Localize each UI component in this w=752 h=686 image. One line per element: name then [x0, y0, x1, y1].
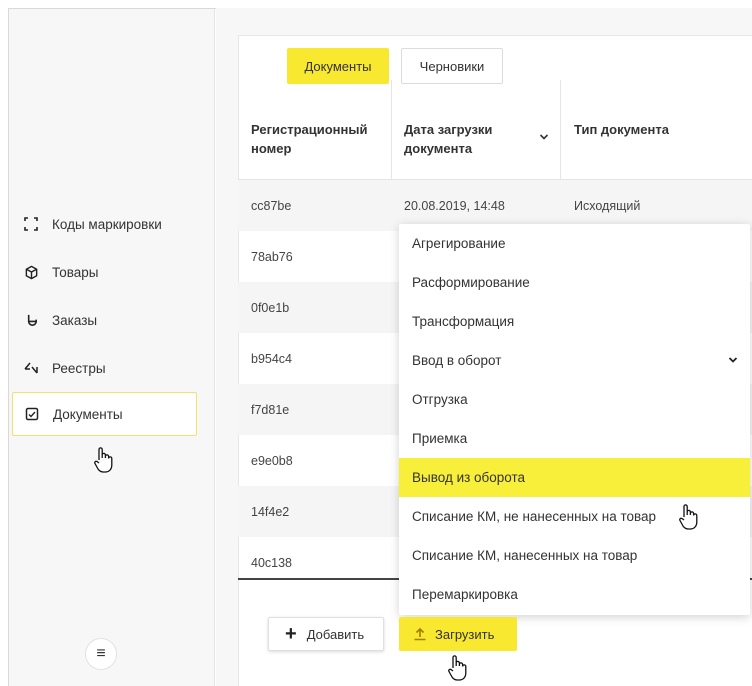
cell-reg-number: f7d81e: [251, 402, 290, 417]
cell-reg-number: b954c4: [251, 351, 293, 366]
column-header-upload-date[interactable]: Дата загрузки документа: [404, 120, 524, 158]
menu-item-introduction[interactable]: Ввод в оборот: [399, 341, 750, 380]
cell-reg-number: 14f4e2: [251, 504, 290, 519]
upload-button[interactable]: Загрузить: [399, 617, 517, 651]
menu-icon: ≡: [96, 645, 106, 662]
cell-reg-number: cc87be: [251, 198, 292, 213]
document-icon: [23, 405, 41, 423]
add-button-label: Добавить: [306, 626, 365, 642]
cell-reg-number: 78ab76: [251, 249, 293, 264]
menu-item-shipment[interactable]: Отгрузка: [399, 380, 750, 419]
chevron-down-icon: [728, 353, 738, 367]
menu-item-withdrawal[interactable]: Вывод из оборота: [399, 458, 750, 497]
sidebar-item-marking-codes[interactable]: Коды маркировки: [12, 202, 196, 246]
order-icon: [22, 311, 40, 329]
menu-item-aggregation[interactable]: Агрегирование: [399, 224, 750, 263]
sidebar-item-label: Коды маркировки: [52, 216, 162, 232]
menu-toggle-button[interactable]: ≡: [85, 638, 117, 670]
menu-item-label: Ввод в оборот: [412, 353, 502, 368]
tab-drafts[interactable]: Черновики: [401, 48, 503, 84]
column-header-doc-type[interactable]: Тип документа: [574, 120, 734, 139]
upload-button-label: Загрузить: [435, 626, 495, 642]
menu-item-acceptance[interactable]: Приемка: [399, 419, 750, 458]
upload-icon: [413, 627, 427, 641]
sidebar-item-registries[interactable]: Реестры: [12, 346, 196, 390]
menu-item-disaggregation[interactable]: Расформирование: [399, 263, 750, 302]
hand-cursor-icon: [446, 654, 470, 686]
sidebar-item-label: Заказы: [52, 312, 98, 328]
sidebar-item-orders[interactable]: Заказы: [12, 298, 196, 342]
sidebar-item-label: Документы: [53, 406, 123, 422]
scan-icon: [22, 215, 40, 233]
sidebar-item-goods[interactable]: Товары: [12, 250, 196, 294]
column-header-reg-number[interactable]: Регистрационный номер: [251, 120, 381, 158]
exchange-icon: [22, 359, 40, 377]
sidebar-item-documents[interactable]: Документы: [12, 392, 197, 436]
hand-cursor-icon: [92, 446, 116, 479]
cell-reg-number: e9e0b8: [251, 453, 293, 468]
hand-cursor-icon: [677, 503, 701, 536]
add-button[interactable]: + Добавить: [268, 617, 384, 651]
box-icon: [22, 263, 40, 281]
cell-reg-number: 0f0e1b: [251, 300, 290, 315]
column-separator: [560, 80, 561, 180]
document-type-dropdown: Агрегирование Расформирование Трансформа…: [399, 224, 750, 615]
menu-item-writeoff-applied[interactable]: Списание КМ, нанесенных на товар: [399, 536, 750, 575]
sidebar-item-label: Реестры: [52, 360, 106, 376]
plus-icon: +: [285, 623, 297, 645]
chevron-down-icon[interactable]: [539, 128, 549, 146]
column-separator: [391, 80, 392, 180]
sidebar-item-label: Товары: [52, 264, 99, 280]
menu-item-transformation[interactable]: Трансформация: [399, 302, 750, 341]
cell-reg-number: 40c138: [251, 556, 293, 570]
menu-item-remarking[interactable]: Перемаркировка: [399, 575, 750, 614]
tab-documents[interactable]: Документы: [287, 48, 389, 84]
